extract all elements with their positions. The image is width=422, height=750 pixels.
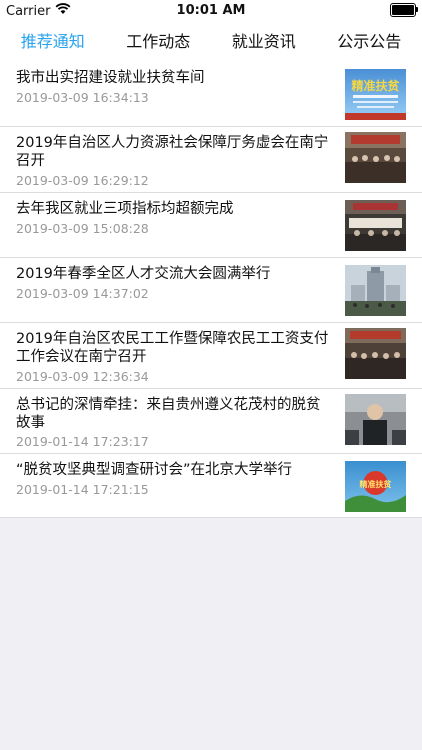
thumbnail-caption: 精准扶贫 xyxy=(360,479,393,489)
category-tabs: 推荐通知 工作动态 就业资讯 公示公告 xyxy=(0,22,422,62)
news-thumbnail xyxy=(345,328,406,379)
news-title: 2019年春季全区人才交流大会圆满举行 xyxy=(16,266,271,282)
status-bar: Carrier 10:01 AM xyxy=(0,0,422,22)
news-title: 去年我区就业三项指标均超额完成 xyxy=(16,201,234,217)
tab-recommended-notices[interactable]: 推荐通知 xyxy=(0,22,106,62)
news-thumbnail: 精准扶贫 xyxy=(345,69,406,120)
news-timestamp: 2019-01-14 17:21:15 xyxy=(16,482,149,497)
news-thumbnail xyxy=(345,132,406,183)
news-timestamp: 2019-03-09 15:08:28 xyxy=(16,221,149,236)
news-item[interactable]: 总书记的深情牵挂：来自贵州遵义花茂村的脱贫故事 2019-01-14 17:23… xyxy=(0,389,422,454)
tab-employment-news[interactable]: 就业资讯 xyxy=(211,22,317,62)
news-item[interactable]: “脱贫攻坚典型调查研讨会”在北京大学举行 2019-01-14 17:21:15… xyxy=(0,454,422,518)
news-thumbnail xyxy=(345,394,406,445)
news-timestamp: 2019-03-09 16:29:12 xyxy=(16,173,149,188)
tab-work-updates[interactable]: 工作动态 xyxy=(106,22,212,62)
thumbnail-caption: 精准扶贫 xyxy=(351,78,400,93)
news-title: 我市出实招建设就业扶贫车间 xyxy=(16,70,205,86)
news-thumbnail xyxy=(345,265,406,316)
news-item[interactable]: 2019年春季全区人才交流大会圆满举行 2019-03-09 14:37:02 xyxy=(0,258,422,323)
tab-public-announcements[interactable]: 公示公告 xyxy=(317,22,422,62)
news-list: 我市出实招建设就业扶贫车间 2019-03-09 16:34:13 精准扶贫 2… xyxy=(0,62,422,518)
news-timestamp: 2019-01-14 17:23:17 xyxy=(16,434,149,449)
news-title: 总书记的深情牵挂：来自贵州遵义花茂村的脱贫故事 xyxy=(16,397,321,431)
news-item[interactable]: 去年我区就业三项指标均超额完成 2019-03-09 15:08:28 xyxy=(0,193,422,258)
news-title: 2019年自治区人力资源社会保障厅务虚会在南宁召开 xyxy=(16,135,329,169)
news-timestamp: 2019-03-09 12:36:34 xyxy=(16,369,149,384)
news-item[interactable]: 2019年自治区人力资源社会保障厅务虚会在南宁召开 2019-03-09 16:… xyxy=(0,127,422,193)
news-timestamp: 2019-03-09 16:34:13 xyxy=(16,90,149,105)
news-thumbnail xyxy=(345,200,406,251)
news-item[interactable]: 2019年自治区农民工工作暨保障农民工工资支付工作会议在南宁召开 2019-03… xyxy=(0,323,422,389)
status-time: 10:01 AM xyxy=(176,3,246,18)
news-title: “脱贫攻坚典型调查研讨会”在北京大学举行 xyxy=(16,462,293,478)
status-right xyxy=(390,3,418,17)
news-title: 2019年自治区农民工工作暨保障农民工工资支付工作会议在南宁召开 xyxy=(16,331,329,365)
news-thumbnail: 精准扶贫 xyxy=(345,461,406,512)
news-timestamp: 2019-03-09 14:37:02 xyxy=(16,286,149,301)
news-item[interactable]: 我市出实招建设就业扶贫车间 2019-03-09 16:34:13 精准扶贫 xyxy=(0,62,422,127)
battery-icon xyxy=(390,3,418,17)
